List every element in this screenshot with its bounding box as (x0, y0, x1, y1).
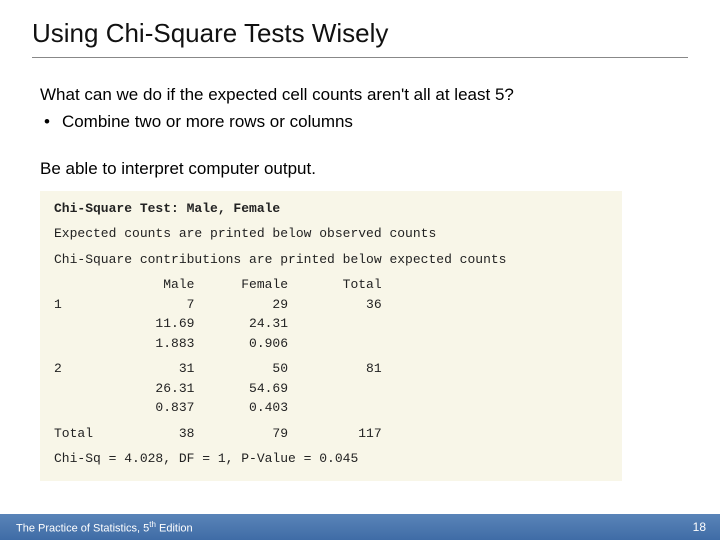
edition-ordinal: th (149, 520, 156, 529)
output-heading: Chi-Square Test: Male, Female (54, 199, 608, 219)
output-chisq-line: Chi-Sq = 4.028, DF = 1, P-Value = 0.045 (54, 449, 608, 469)
title-rule (32, 57, 688, 58)
footer-bar: The Practice of Statistics, 5th Edition … (0, 514, 720, 540)
slide-title: Using Chi-Square Tests Wisely (32, 18, 688, 55)
output-row: 2 31 50 81 (54, 359, 608, 379)
output-note: Expected counts are printed below observ… (54, 224, 608, 244)
bullet-item: Combine two or more rows or columns (44, 111, 680, 134)
book-title: The Practice of Statistics, 5th Edition (16, 520, 193, 535)
output-row: 11.69 24.31 (54, 314, 608, 334)
book-title-part-a: The Practice of Statistics, 5 (16, 522, 149, 534)
title-block: Using Chi-Square Tests Wisely (0, 0, 720, 62)
output-row: 1.883 0.906 (54, 334, 608, 354)
computer-output: Chi-Square Test: Male, Female Expected c… (40, 191, 622, 481)
page-number: 18 (693, 520, 706, 534)
interpret-text: Be able to interpret computer output. (40, 158, 680, 181)
output-row: 26.31 54.69 (54, 379, 608, 399)
output-row: 1 7 29 36 (54, 295, 608, 315)
content-area: What can we do if the expected cell coun… (0, 62, 720, 481)
book-title-part-b: Edition (156, 522, 193, 534)
bullet-list: Combine two or more rows or columns (44, 111, 680, 134)
question-text: What can we do if the expected cell coun… (40, 84, 680, 107)
slide: Using Chi-Square Tests Wisely What can w… (0, 0, 720, 540)
output-note: Chi-Square contributions are printed bel… (54, 250, 608, 270)
output-total-row: Total 38 79 117 (54, 424, 608, 444)
output-row: 0.837 0.403 (54, 398, 608, 418)
output-header-row: Male Female Total (54, 275, 608, 295)
